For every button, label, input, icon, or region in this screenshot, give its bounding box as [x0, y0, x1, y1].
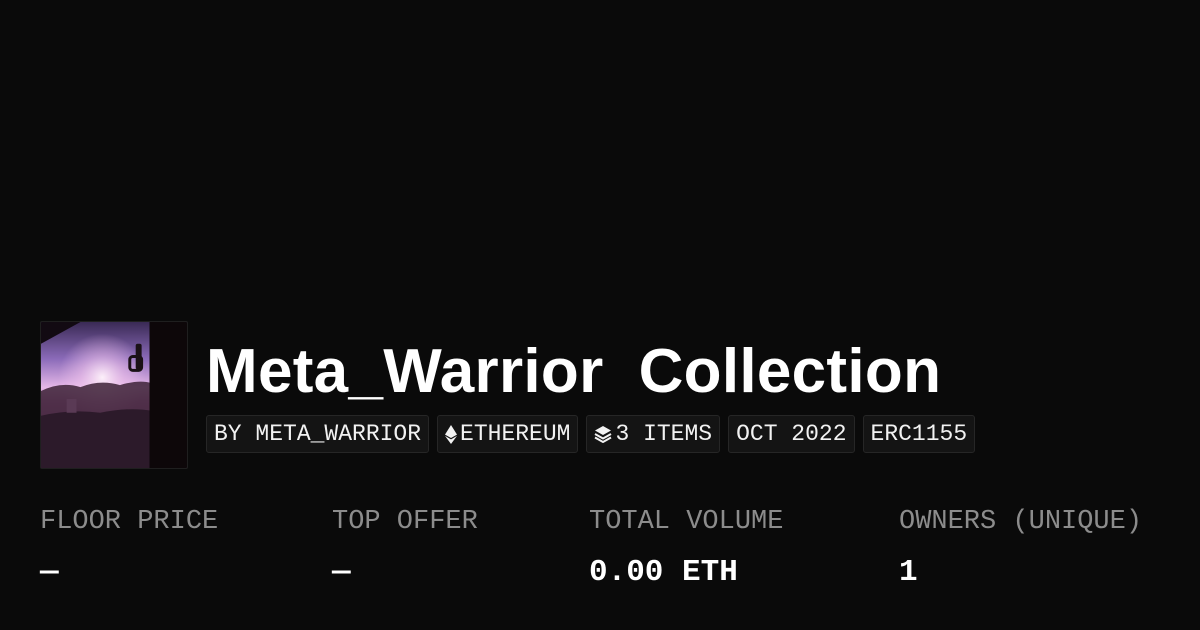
stat-floor-price-value: —: [40, 555, 59, 590]
stat-floor-price: FLOOR PRICE —: [40, 505, 218, 591]
creator-badge[interactable]: BY META_WARRIOR: [206, 415, 430, 453]
creator-badge-label: BY META_WARRIOR: [214, 421, 422, 447]
stat-top-offer-value: —: [332, 555, 351, 590]
standard-badge: ERC1155: [862, 415, 976, 453]
stat-total-volume: TOTAL VOLUME 0.00 ETH: [589, 505, 783, 591]
stat-owners-label: OWNERS (UNIQUE): [899, 507, 1143, 537]
collection-title: Meta_Warrior Collection: [206, 337, 942, 406]
stat-top-offer: TOP OFFER —: [332, 505, 478, 591]
collection-card: Meta_Warrior Collection BY META_WARRIOR …: [0, 0, 1200, 630]
collection-badges: BY META_WARRIOR ETHEREUM 3 ITEMS OCT 202…: [206, 415, 976, 453]
stat-owners: OWNERS (UNIQUE) 1: [899, 505, 1142, 591]
sunset-photo: [41, 322, 187, 468]
ethereum-icon: [445, 424, 458, 444]
items-badge-label: 3 ITEMS: [615, 421, 713, 447]
chain-badge-label: ETHEREUM: [460, 421, 571, 447]
stat-total-volume-value: 0.00 ETH: [589, 555, 738, 590]
stat-top-offer-label: TOP OFFER: [332, 507, 478, 537]
chain-badge: ETHEREUM: [437, 415, 579, 453]
stat-owners-value: 1: [899, 555, 918, 590]
layers-icon: [594, 425, 612, 443]
items-badge: 3 ITEMS: [586, 415, 721, 453]
standard-badge-label: ERC1155: [870, 421, 968, 447]
date-badge: OCT 2022: [728, 415, 855, 453]
collection-avatar: [40, 321, 188, 469]
stat-floor-price-label: FLOOR PRICE: [40, 507, 219, 537]
date-badge-label: OCT 2022: [736, 421, 847, 447]
stat-total-volume-label: TOTAL VOLUME: [589, 507, 784, 537]
